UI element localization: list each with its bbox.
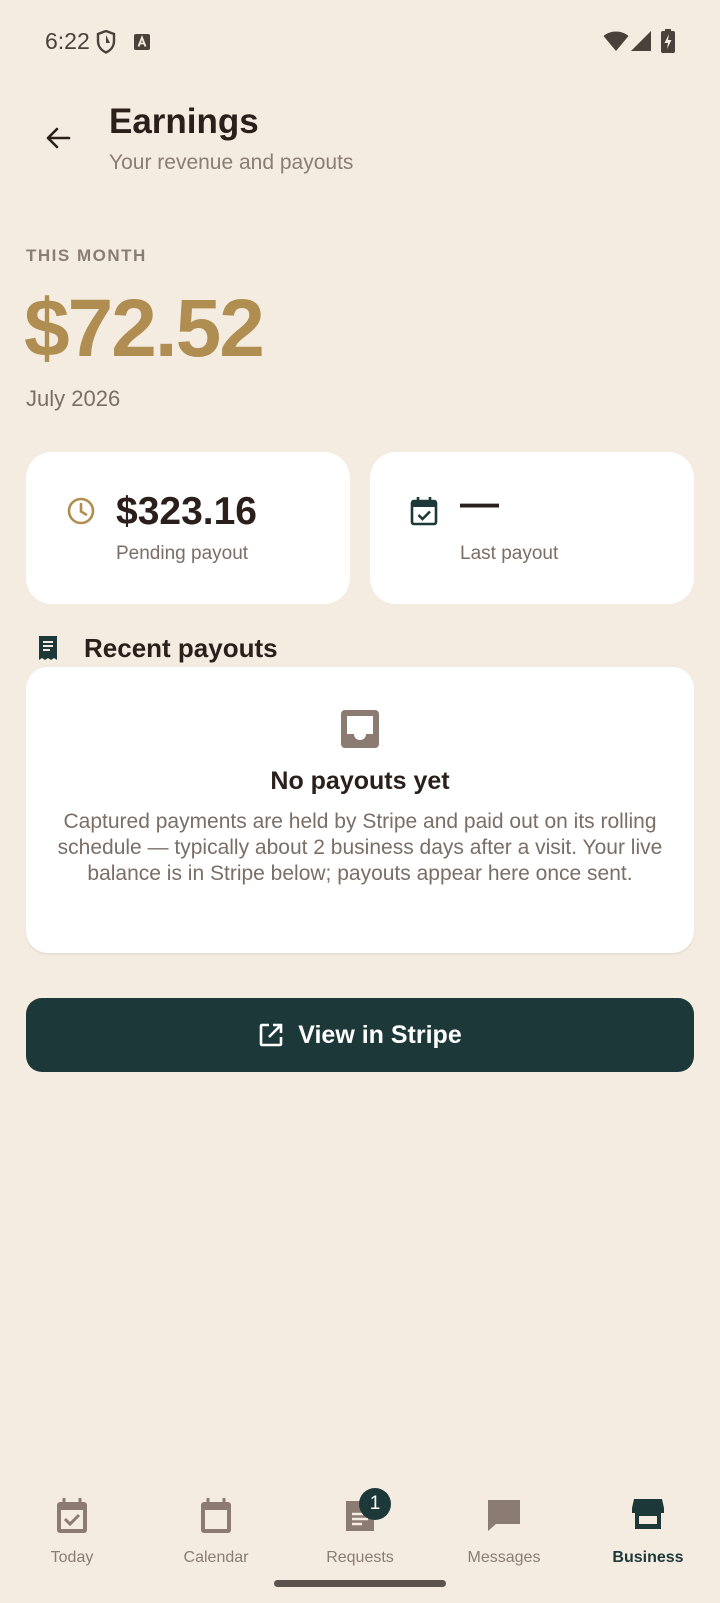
last-payout-card: — Last payout bbox=[370, 452, 694, 604]
month-total-amount: $72.52 bbox=[24, 283, 265, 374]
battery-charging-icon bbox=[661, 29, 675, 58]
status-time: 6:22 bbox=[45, 28, 90, 54]
pending-payout-card: $323.16 Pending payout bbox=[26, 452, 350, 604]
nav-label-requests: Requests bbox=[326, 1549, 394, 1566]
shield-icon bbox=[96, 29, 116, 59]
status-bar: 6:22 bbox=[0, 0, 720, 84]
page-subtitle: Your revenue and payouts bbox=[109, 151, 354, 174]
home-indicator[interactable] bbox=[274, 1580, 446, 1587]
pending-payout-value: $323.16 bbox=[116, 490, 257, 533]
back-button[interactable] bbox=[36, 116, 80, 160]
receipt-icon bbox=[36, 635, 60, 666]
period-label: THIS MONTH bbox=[26, 246, 147, 265]
arrow-back-icon bbox=[46, 127, 71, 149]
requests-count-badge: 1 bbox=[359, 1488, 391, 1520]
signal-icon bbox=[630, 30, 652, 57]
month-label: July 2026 bbox=[26, 386, 121, 411]
nav-label-today: Today bbox=[50, 1549, 94, 1566]
empty-payouts-title: No payouts yet bbox=[270, 767, 450, 795]
empty-payouts-card: No payouts yet Captured payments are hel… bbox=[26, 667, 694, 953]
page-title: Earnings bbox=[109, 102, 259, 141]
last-payout-value: — bbox=[460, 482, 499, 525]
inbox-icon bbox=[340, 709, 380, 754]
nav-item-messages[interactable]: Messages bbox=[432, 1480, 576, 1566]
nav-label-calendar: Calendar bbox=[183, 1549, 249, 1566]
message-icon bbox=[486, 1497, 522, 1538]
today-check-icon bbox=[55, 1497, 89, 1540]
clock-icon bbox=[66, 496, 96, 531]
nav-item-calendar[interactable]: Calendar bbox=[144, 1480, 288, 1566]
nav-item-requests[interactable]: Requests bbox=[288, 1480, 432, 1566]
last-payout-label: Last payout bbox=[460, 543, 559, 564]
empty-payouts-description: Captured payments are held by Stripe and… bbox=[57, 810, 663, 885]
nav-item-today[interactable]: Today bbox=[0, 1480, 144, 1566]
view-in-stripe-button[interactable]: View in Stripe bbox=[26, 998, 694, 1072]
storefront-icon bbox=[631, 1497, 665, 1536]
calendar-check-icon bbox=[410, 496, 438, 531]
earnings-screen: 6:22 Earnings Your revenue and payouts T… bbox=[0, 0, 720, 1603]
view-in-stripe-label: View in Stripe bbox=[298, 1020, 462, 1049]
pending-payout-label: Pending payout bbox=[116, 543, 249, 564]
nav-label-business: Business bbox=[612, 1549, 684, 1566]
nav-label-messages: Messages bbox=[467, 1549, 541, 1566]
open-external-icon bbox=[259, 1023, 283, 1047]
wifi-icon bbox=[603, 30, 629, 57]
recent-payouts-title: Recent payouts bbox=[84, 633, 278, 663]
keyboard-a-icon bbox=[134, 34, 150, 55]
calendar-icon bbox=[199, 1497, 233, 1540]
nav-item-business[interactable]: Business bbox=[576, 1480, 720, 1566]
